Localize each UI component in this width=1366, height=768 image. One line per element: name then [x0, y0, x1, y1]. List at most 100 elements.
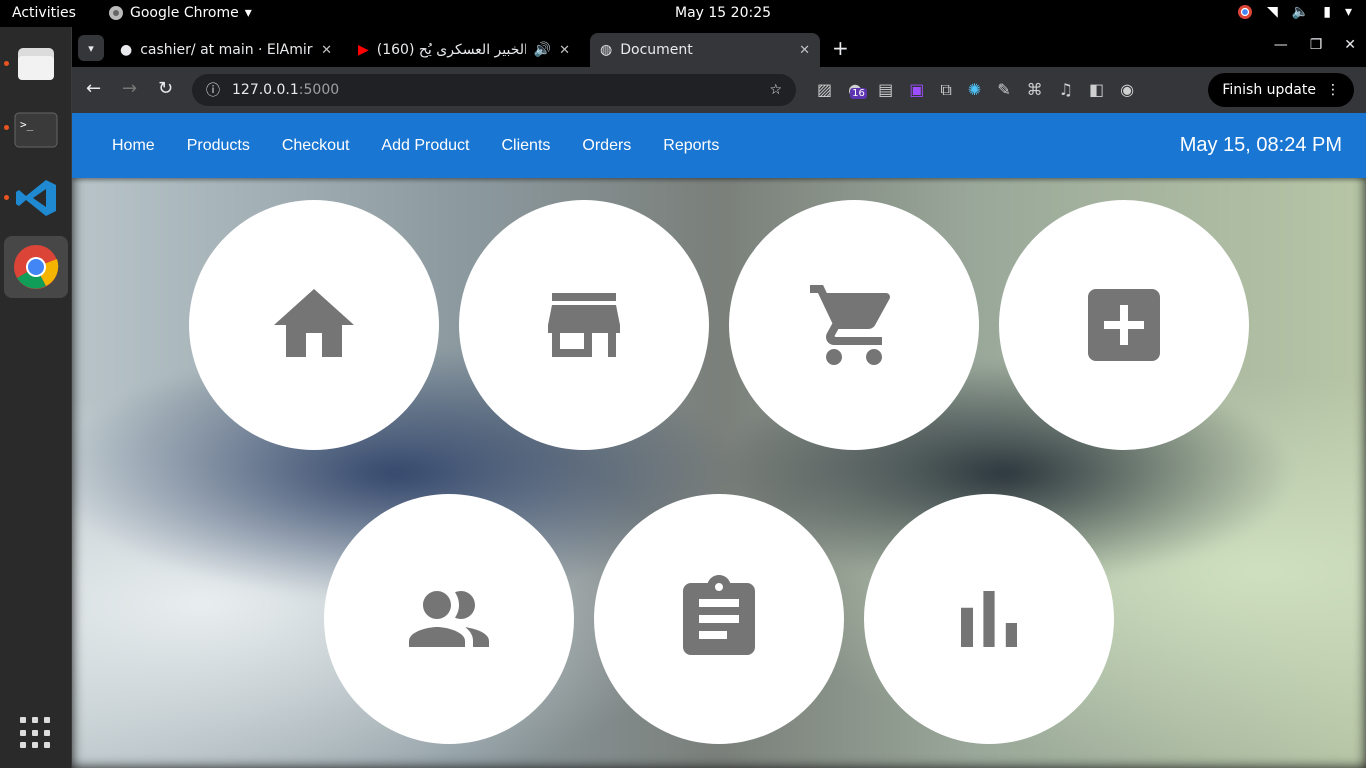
tab-title: (160) الخبير العسكرى يُح [376, 42, 526, 58]
grid-dot [44, 729, 50, 736]
nav-home[interactable]: Home [112, 137, 155, 155]
close-icon[interactable]: ✕ [321, 43, 332, 58]
dock: >_ [0, 27, 72, 768]
close-icon[interactable]: ✕ [559, 43, 570, 58]
activities-button[interactable]: Activities [12, 5, 76, 21]
home-icon [274, 289, 354, 357]
grid-dot [32, 742, 38, 749]
media-icon[interactable]: ♫ [1059, 80, 1073, 100]
bookmark-star-icon[interactable]: ☆ [769, 82, 782, 98]
chrome-icon [109, 6, 123, 20]
speaker-icon: 🔊 [533, 42, 552, 58]
nav-reports[interactable]: Reports [663, 137, 719, 155]
close-window-button[interactable]: ✕ [1344, 37, 1356, 53]
system-top-bar: Activities Google Chrome ▾ May 15 20:25 … [0, 0, 1366, 27]
dock-vscode[interactable] [4, 167, 68, 229]
youtube-icon: ▶ [358, 42, 369, 58]
tile-home[interactable] [189, 200, 439, 450]
grid-dot [44, 742, 50, 749]
nav-clients[interactable]: Clients [501, 137, 550, 155]
bar-chart-icon [961, 591, 1017, 647]
update-label: Finish update [1222, 82, 1316, 98]
app-name: Google Chrome [130, 5, 239, 21]
terminal-icon: >_ [14, 112, 58, 148]
grid-dot [32, 717, 38, 723]
tile-clients[interactable] [324, 494, 574, 744]
address-bar[interactable]: ⓘ 127.0.0.1:5000 ☆ [192, 74, 796, 106]
globe-icon: ◍ [600, 42, 613, 58]
extension-icon[interactable]: ▤ [878, 80, 893, 100]
store-icon [548, 293, 620, 357]
dock-terminal[interactable]: >_ [4, 99, 68, 161]
page-viewport: Home Products Checkout Add Product Clien… [72, 113, 1366, 768]
grid-dot [20, 717, 26, 723]
tile-checkout[interactable] [729, 200, 979, 450]
browser-window: ▾ ● cashier/ at main · ElAmir ✕ ▶ (160) … [72, 27, 1366, 113]
system-tray[interactable]: ◥ 🔈 ▮ ▾ [1237, 4, 1352, 20]
extensions-bar: ▨ ●16 ▤ ▣ ⧉ ✺ ✎ ⌘ ♫ ◧ ◉ [817, 80, 1134, 100]
nav-products[interactable]: Products [187, 137, 250, 155]
nav-add-product[interactable]: Add Product [381, 137, 469, 155]
url-port: :5000 [298, 82, 340, 98]
app-navbar: Home Products Checkout Add Product Clien… [72, 113, 1366, 178]
finish-update-button[interactable]: Finish update ⋮ [1208, 73, 1354, 107]
dock-chrome[interactable] [4, 236, 68, 298]
tile-add-product[interactable] [999, 200, 1249, 450]
tab-title: cashier/ at main · ElAmir [140, 42, 313, 58]
volume-icon: 🔈 [1291, 4, 1310, 20]
side-panel-icon[interactable]: ◧ [1089, 80, 1104, 100]
chevron-down-icon: ▾ [244, 5, 252, 21]
dock-files[interactable] [4, 33, 68, 95]
nav-orders[interactable]: Orders [582, 137, 631, 155]
grid-dot [32, 729, 38, 736]
add-box-icon [1088, 289, 1160, 361]
extension-icon[interactable]: ⧉ [940, 80, 951, 100]
system-clock[interactable]: May 15 20:25 [675, 5, 771, 21]
github-icon: ● [120, 42, 133, 58]
clipboard-icon [683, 575, 755, 655]
cart-icon [810, 285, 891, 365]
forward-button[interactable]: → [122, 78, 137, 99]
chrome-icon [14, 245, 59, 289]
tab-title: Document [620, 42, 693, 58]
nav-links: Home Products Checkout Add Product Clien… [112, 113, 751, 178]
svg-text:>_: >_ [20, 118, 34, 131]
reload-button[interactable]: ↻ [158, 78, 173, 99]
tab-github[interactable]: ● cashier/ at main · ElAmir ✕ [110, 33, 342, 67]
nav-checkout[interactable]: Checkout [282, 137, 350, 155]
power-menu-icon: ▾ [1344, 4, 1352, 20]
chevron-down-icon: ▾ [88, 41, 94, 55]
new-tab-button[interactable]: + [832, 36, 849, 60]
tab-youtube[interactable]: ▶ (160) الخبير العسكرى يُح 🔊 ✕ [348, 33, 580, 67]
extension-icon[interactable]: ▣ [909, 80, 924, 100]
people-icon [409, 591, 489, 647]
url-host: 127.0.0.1 [232, 82, 299, 98]
close-icon[interactable]: ✕ [799, 43, 810, 58]
chrome-tray-icon [1238, 5, 1253, 19]
maximize-button[interactable]: ❐ [1310, 37, 1323, 53]
navbar-datetime: May 15, 08:24 PM [1179, 134, 1342, 156]
grid-dot [20, 729, 26, 736]
site-info-icon[interactable]: ⓘ [206, 80, 220, 100]
app-menu[interactable]: Google Chrome ▾ [108, 5, 252, 21]
minimize-button[interactable]: — [1274, 37, 1288, 53]
extension-badge-icon[interactable]: ●16 [848, 80, 867, 100]
extension-icon[interactable]: ✺ [968, 80, 981, 100]
folder-icon [18, 48, 54, 80]
vscode-icon [16, 180, 56, 216]
grid-dot [44, 717, 50, 723]
extension-icon[interactable]: ▨ [817, 80, 832, 100]
tab-document[interactable]: ◍ Document ✕ [590, 33, 820, 67]
avatar[interactable]: ◉ [1120, 80, 1134, 100]
puzzle-icon[interactable]: ⌘ [1027, 80, 1043, 100]
tab-search-button[interactable]: ▾ [78, 35, 104, 61]
tile-orders[interactable] [594, 494, 844, 744]
back-button[interactable]: ← [86, 78, 101, 99]
show-apps-button[interactable] [20, 717, 52, 749]
tile-products[interactable] [459, 200, 709, 450]
tile-reports[interactable] [864, 494, 1114, 744]
grid-dot [20, 742, 26, 749]
eyedropper-icon[interactable]: ✎ [997, 80, 1010, 100]
browser-toolbar: ← → ↻ ⓘ 127.0.0.1:5000 ☆ ▨ ●16 ▤ ▣ ⧉ ✺ ✎… [72, 67, 1366, 113]
wifi-icon: ◥ [1267, 4, 1278, 20]
